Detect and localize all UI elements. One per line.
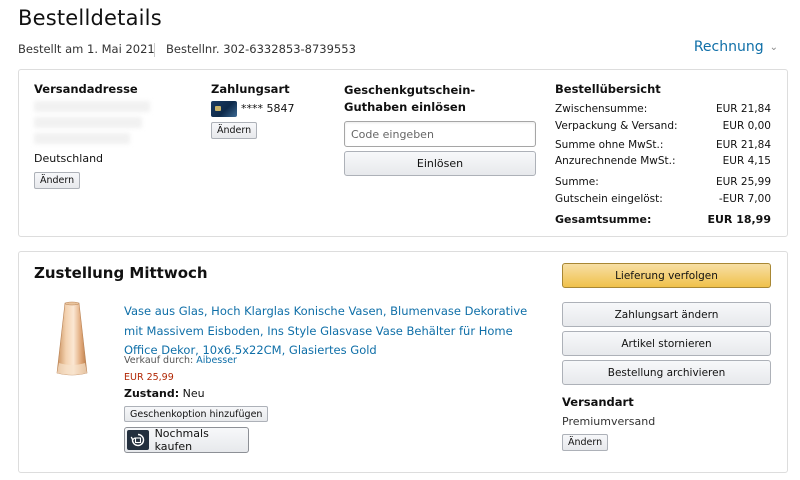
change-address-button[interactable]: Ändern — [34, 172, 81, 189]
redacted-address-line — [34, 117, 142, 128]
gift-card-label: Geschenkgutschein-Guthaben einlösen — [344, 83, 476, 114]
product-condition: Zustand: Neu — [124, 387, 205, 400]
address-country: Deutschland — [34, 152, 104, 165]
summary-total-row: Gesamtsumme: EUR 18,99 — [555, 213, 771, 226]
summary-row-value: -EUR 7,00 — [718, 193, 771, 205]
summary-row: Verpackung & Versand: EUR 0,00 — [555, 120, 771, 132]
card-number: **** 5847 — [241, 102, 295, 115]
condition-label: Zustand: — [124, 387, 180, 400]
order-date: Bestellt am 1. Mai 2021 — [18, 42, 155, 56]
archive-order-button[interactable]: Bestellung archivieren — [562, 360, 771, 385]
order-number: Bestellnr. 302-6332853-8739553 — [166, 42, 356, 56]
summary-row-label: Zwischensumme: — [555, 103, 648, 115]
shipping-method-label: Versandart — [562, 395, 634, 409]
summary-row-label: Summe ohne MwSt.: — [555, 139, 664, 151]
summary-row: Zwischensumme: EUR 21,84 — [555, 103, 771, 115]
buy-again-button[interactable]: Nochmals kaufen — [124, 427, 249, 453]
seller-info: Verkauf durch: Aibesser — [124, 355, 237, 366]
credit-card-icon — [211, 101, 237, 117]
summary-row-value: EUR 21,84 — [715, 139, 771, 151]
vase-product-image[interactable] — [50, 301, 94, 377]
summary-row: Summe ohne MwSt.: EUR 21,84 — [555, 139, 771, 151]
delivery-title: Zustellung Mittwoch — [34, 264, 208, 282]
change-payment-method-button[interactable]: Zahlungsart ändern — [562, 302, 771, 327]
condition-value: Neu — [182, 387, 205, 400]
buy-again-icon — [127, 430, 149, 450]
product-price: EUR 25,99 — [124, 372, 174, 383]
summary-row-label: Gutschein eingelöst: — [555, 193, 663, 205]
product-title-link[interactable]: Vase aus Glas, Hoch Klarglas Konische Va… — [124, 302, 534, 361]
summary-total-value: EUR 18,99 — [707, 213, 771, 226]
payment-method-label: Zahlungsart — [211, 82, 290, 96]
header-divider — [154, 43, 155, 57]
summary-row: Gutschein eingelöst: -EUR 7,00 — [555, 193, 771, 205]
summary-row-label: Anzurechnende MwSt.: — [555, 155, 676, 167]
chevron-down-icon: ⌄ — [769, 41, 778, 53]
change-payment-button[interactable]: Ändern — [211, 122, 258, 139]
summary-row-value: EUR 4,15 — [722, 155, 771, 167]
order-summary-label: Bestellübersicht — [555, 82, 661, 96]
buy-again-label: Nochmals kaufen — [154, 427, 209, 453]
summary-row-value: EUR 25,99 — [715, 176, 771, 188]
summary-row-value: EUR 21,84 — [715, 103, 771, 115]
cancel-items-button[interactable]: Artikel stornieren — [562, 331, 771, 356]
invoice-dropdown[interactable]: Rechnung ⌄ — [694, 39, 778, 55]
summary-row: Summe: EUR 25,99 — [555, 176, 771, 188]
redeem-button[interactable]: Einlösen — [344, 151, 536, 176]
gift-card-code-input[interactable] — [344, 121, 536, 147]
summary-row-label: Summe: — [555, 176, 599, 188]
summary-row: Anzurechnende MwSt.: EUR 4,15 — [555, 155, 771, 167]
invoice-label: Rechnung — [693, 39, 764, 55]
page-title: Bestelldetails — [18, 6, 162, 30]
redacted-address-line — [34, 101, 150, 112]
summary-row-value: EUR 0,00 — [722, 120, 771, 132]
shipping-address-label: Versandadresse — [34, 82, 138, 96]
seller-prefix: Verkauf durch: — [124, 355, 197, 366]
track-delivery-button[interactable]: Lieferung verfolgen — [562, 263, 771, 288]
seller-link[interactable]: Aibesser — [196, 355, 237, 366]
change-shipping-method-button[interactable]: Ändern — [562, 434, 609, 451]
shipping-method-value: Premiumversand — [562, 415, 656, 428]
summary-total-label: Gesamtsumme: — [555, 213, 652, 226]
add-gift-option-button[interactable]: Geschenkoption hinzufügen — [124, 406, 269, 422]
redacted-address-line — [34, 133, 130, 144]
summary-row-label: Verpackung & Versand: — [555, 120, 678, 132]
